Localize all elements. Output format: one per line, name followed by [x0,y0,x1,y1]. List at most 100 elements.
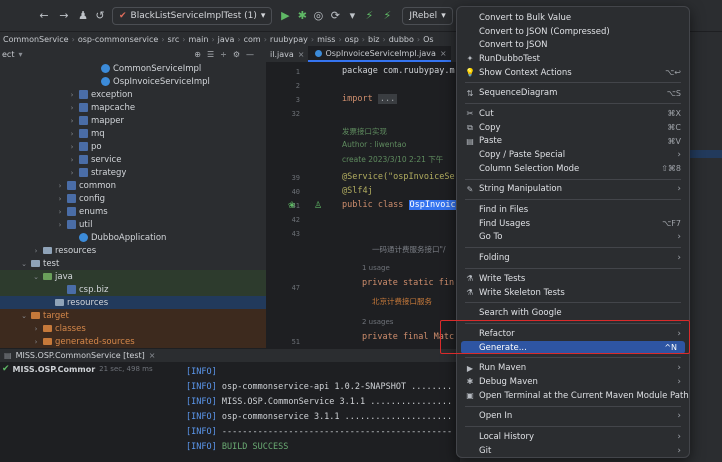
menu-generate[interactable]: Generate... ^N [461,340,685,355]
chevron-down-icon[interactable]: ⌄ [20,312,28,320]
history-icon[interactable]: ↺ [94,7,106,25]
breadcrumb-item[interactable]: Os [420,35,436,44]
close-icon[interactable]: × [440,49,447,58]
debug-icon[interactable]: ✱ [294,7,310,25]
more-run-icon[interactable]: ▾ [344,7,360,25]
menu-run-dubbo-test[interactable]: ✦ RunDubboTest [457,52,689,66]
menu-string-manipulation[interactable]: ✎ String Manipulation › [457,183,689,197]
breadcrumb-item[interactable]: CommonService [0,35,72,44]
tree-item[interactable]: › classes [0,322,266,335]
tree-item[interactable]: OspInvoiceServiceImpl [0,75,266,88]
breadcrumb-item[interactable]: biz [365,35,383,44]
menu-sequence-diagram[interactable]: ⇅ SequenceDiagram ⌥S [457,86,689,100]
menu-cut[interactable]: ✂ Cut ⌘X [457,107,689,121]
breadcrumb-item[interactable]: osp [342,35,362,44]
menu-open-terminal[interactable]: ▣ Open Terminal at the Current Maven Modu… [457,389,689,403]
breadcrumb-item[interactable]: com [241,35,264,44]
run-icon[interactable]: ▶ [276,7,294,25]
chevron-down-icon[interactable]: ⌄ [32,273,40,281]
tree-item[interactable]: › common [0,179,266,192]
close-icon[interactable]: × [149,351,156,360]
menu-convert-json-compressed[interactable]: Convert to JSON (Compressed) [457,25,689,39]
chevron-right-icon[interactable]: › [68,104,76,112]
tree-item[interactable]: › mapcache [0,101,266,114]
back-icon[interactable]: ← [32,7,56,25]
tree-item[interactable]: › util [0,218,266,231]
menu-search-google[interactable]: Search with Google [457,306,689,320]
menu-convert-json[interactable]: Convert to JSON [457,38,689,52]
usage-hint[interactable]: 2 usages [362,318,393,326]
tree-item[interactable]: csp.biz [0,283,266,296]
breadcrumb-item[interactable]: dubbo [386,35,417,44]
chevron-right-icon[interactable]: › [56,195,64,203]
project-view-label[interactable]: ect [0,50,14,59]
menu-show-context-actions[interactable]: 💡 Show Context Actions ⌥↩ [457,66,689,80]
tree-item[interactable]: › exception [0,88,266,101]
tree-item[interactable]: › mapper [0,114,266,127]
chevron-right-icon[interactable]: › [56,182,64,190]
close-icon[interactable]: × [298,50,305,59]
menu-paste[interactable]: ▤ Paste ⌘V [457,135,689,149]
jrebel-run-icon[interactable]: ⚡ [360,7,378,25]
jrebel-debug-icon[interactable]: ⚡ [378,7,396,25]
coverage-icon[interactable]: ◎ [310,7,326,25]
tree-item[interactable]: CommonServiceImpl [0,62,266,75]
class-name-selection[interactable]: OspInvoic [408,200,456,210]
implements-icon[interactable]: ♙ [314,201,322,211]
tree-item[interactable]: › config [0,192,266,205]
tree-item[interactable]: › generated-sources [0,335,266,348]
chevron-right-icon[interactable]: › [68,156,76,164]
chevron-right-icon[interactable]: › [56,208,64,216]
breadcrumb-item[interactable]: miss [314,35,338,44]
menu-local-history[interactable]: Local History › [457,430,689,444]
tree-item[interactable]: › service [0,153,266,166]
code-editor[interactable]: package com.ruubypay.m import ... 发票接口实现… [336,62,456,348]
menu-open-in[interactable]: Open In › [457,410,689,424]
chevron-right-icon[interactable]: › [68,91,76,99]
tree-item[interactable]: ⌄ target [0,309,266,322]
chevron-right-icon[interactable]: › [68,143,76,151]
chevron-right-icon[interactable]: › [56,221,64,229]
usage-hint[interactable]: 1 usage [362,264,390,272]
menu-copy-paste-special[interactable]: Copy / Paste Special › [457,148,689,162]
menu-refactor[interactable]: Refactor › [457,327,689,341]
tree-item[interactable]: › po [0,140,266,153]
menu-find-usages[interactable]: Find Usages ⌥F7 [457,217,689,231]
menu-copy[interactable]: ⧉ Copy ⌘C [457,121,689,135]
tree-item[interactable]: › enums [0,205,266,218]
breadcrumb-item[interactable]: java [215,35,238,44]
chevron-right-icon[interactable]: › [32,338,40,346]
breadcrumb-item[interactable]: ruubypay [267,35,311,44]
tree-item[interactable]: ⌄ java [0,270,266,283]
tree-item[interactable]: › strategy [0,166,266,179]
menu-go-to[interactable]: Go To › [457,231,689,245]
run-tab-label[interactable]: MISS.OSP.CommonService [test] [16,351,145,360]
breadcrumb-item[interactable]: src [165,35,183,44]
menu-convert-bulk[interactable]: Convert to Bulk Value [457,11,689,25]
tree-item[interactable]: DubboApplication [0,231,266,244]
tab-osp-invoice-service-impl[interactable]: OspInvoiceServiceImpl.java × [308,46,451,62]
menu-column-selection[interactable]: Column Selection Mode ⇧⌘8 [457,162,689,176]
folded-imports[interactable]: ... [377,94,398,104]
chevron-right-icon[interactable]: › [32,325,40,333]
tree-item[interactable]: resources [0,296,266,309]
forward-icon[interactable]: → [56,7,72,25]
tree-item[interactable]: › resources [0,244,266,257]
console-output[interactable]: [INFO] [INFO] osp-commonservice-api 1.0.2… [180,362,460,462]
breadcrumb-item[interactable]: osp-commonservice [75,35,162,44]
project-toolbar-icons[interactable]: ⊕☰÷⚙— [194,50,260,59]
chevron-right-icon[interactable]: › [68,169,76,177]
profile-icon[interactable]: ⟳ [326,7,344,25]
menu-debug-maven[interactable]: ✱ Debug Maven › [457,375,689,389]
tree-item[interactable]: › mq [0,127,266,140]
menu-folding[interactable]: Folding › [457,251,689,265]
tree-item[interactable]: ⌄ test [0,257,266,270]
chevron-right-icon[interactable]: › [68,117,76,125]
jrebel-selector[interactable]: JRebel ▾ [402,6,453,25]
user-icon[interactable]: ♟ [72,7,94,25]
run-tree-item[interactable]: ✔ MISS.OSP.Commor 21 sec, 498 ms [0,362,180,376]
chevron-right-icon[interactable]: › [32,247,40,255]
chevron-right-icon[interactable]: › [68,130,76,138]
menu-git[interactable]: Git › [457,444,689,458]
bean-icon[interactable]: ❀ [288,201,296,211]
